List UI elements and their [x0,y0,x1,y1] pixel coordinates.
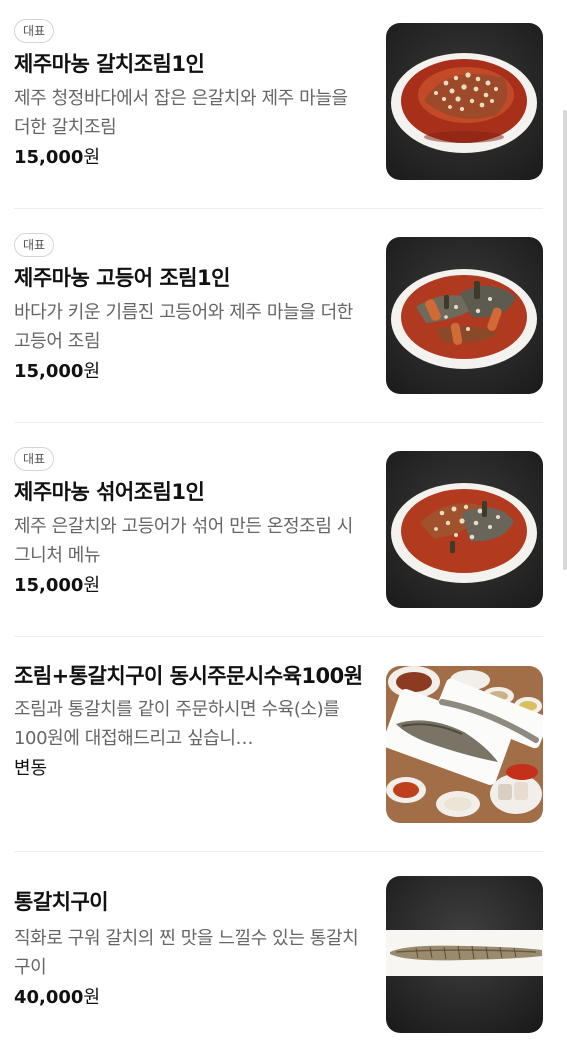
menu-item-price: 15,000원 [14,575,101,596]
menu-item-info: 대표 제주마농 갈치조림1인 제주 청정바다에서 잡은 은갈치와 제주 마늘을 … [14,19,366,172]
menu-item-tong-galchi-gui[interactable]: 통갈치구이 직화로 구워 갈치의 찐 맛을 느낄수 있는 통갈치 구이 40,0… [14,876,543,1034]
signature-badge: 대표 [14,19,55,43]
menu-item-title: 조림+통갈치구이 동시주문시수육100원 [14,664,363,688]
divider [14,422,543,423]
menu-item-title: 제주마농 고등어 조림1인 [14,266,230,290]
menu-item-info: 조림+통갈치구이 동시주문시수육100원 조림과 통갈치를 같이 주문하시면 수… [14,660,366,783]
menu-item-description: 조림과 통갈치를 같이 주문하시면 수육(소)를100원에 대접해드리고 싶습니… [14,699,340,749]
menu-item-info: 대표 제주마농 고등어 조림1인 바다가 키운 기름진 고등어와 제주 마늘을 … [14,233,366,386]
signature-badge: 대표 [14,447,55,471]
signature-badge: 대표 [14,233,55,257]
menu-item-price: 15,000원 [14,147,101,168]
menu-item-info: 통갈치구이 직화로 구워 갈치의 찐 맛을 느낄수 있는 통갈치 구이 40,0… [14,884,366,1012]
menu-item-seokkeo-jorim[interactable]: 대표 제주마농 섞어조림1인 제주 은갈치와 고등어가 섞어 만든 온정조림 시… [14,447,543,609]
divider [14,208,543,209]
menu-item-price: 15,000원 [14,361,101,382]
menu-item-title: 제주마농 섞어조림1인 [14,480,205,504]
braised-cutlassfish-dish-icon[interactable] [386,23,543,180]
braised-mackerel-dish-icon[interactable] [386,237,543,394]
menu-item-price: 변동 [14,758,48,779]
grilled-whole-cutlassfish-icon[interactable] [386,876,543,1033]
menu-item-galchi-jorim[interactable]: 대표 제주마농 갈치조림1인 제주 청정바다에서 잡은 은갈치와 제주 마늘을 … [14,19,543,181]
menu-item-godeungeo-jorim[interactable]: 대표 제주마농 고등어 조림1인 바다가 키운 기름진 고등어와 제주 마늘을 … [14,233,543,395]
menu-item-title: 제주마농 갈치조림1인 [14,52,205,76]
menu-item-description: 제주 청정바다에서 잡은 은갈치와 제주 마늘을 더한 갈치조림 [14,88,348,138]
divider [14,636,543,637]
menu-item-combo-promo[interactable]: 조림+통갈치구이 동시주문시수육100원 조림과 통갈치를 같이 주문하시면 수… [14,660,543,825]
menu-item-description: 바다가 키운 기름진 고등어와 제주 마늘을 더한 고등어 조림 [14,302,353,352]
menu-item-title: 통갈치구이 [14,890,109,914]
menu-item-description: 제주 은갈치와 고등어가 섞어 만든 온정조림 시그니처 메뉴 [14,516,353,566]
mixed-braised-fish-dish-icon[interactable] [386,451,543,608]
divider [14,851,543,852]
menu-item-info: 대표 제주마농 섞어조림1인 제주 은갈치와 고등어가 섞어 만든 온정조림 시… [14,447,366,600]
menu-item-description: 직화로 구워 갈치의 찐 맛을 느낄수 있는 통갈치 구이 [14,928,359,978]
table-spread-photo-icon[interactable] [386,666,543,823]
scrollbar[interactable] [563,110,567,570]
menu-item-price: 40,000원 [14,987,101,1008]
